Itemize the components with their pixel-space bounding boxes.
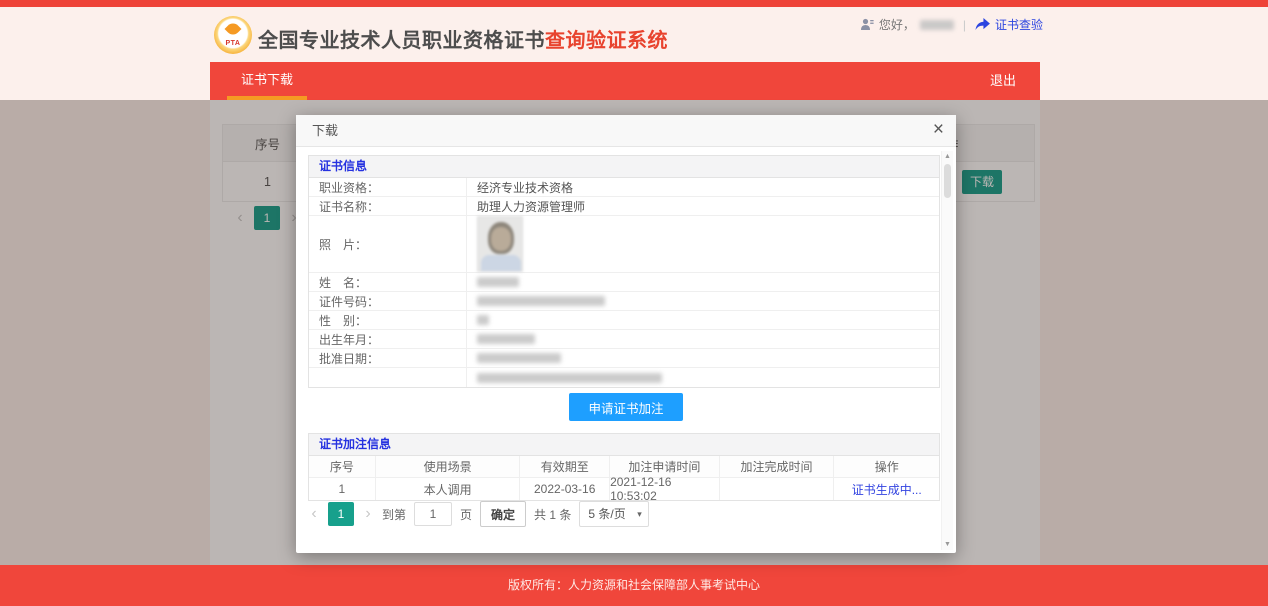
cert-verify-link[interactable]: 证书查验 — [995, 16, 1043, 33]
page-size-select[interactable]: 5 条/页 ▾ — [579, 501, 648, 527]
cert-generating-link[interactable]: 证书生成中... — [852, 481, 922, 498]
cell-apply-time: 2021-12-16 10:53:02 — [610, 478, 720, 500]
annotation-table-row: 1 本人调用 2022-03-16 2021-12-16 10:53:02 证书… — [309, 478, 939, 500]
cell-usage-scene: 本人调用 — [376, 478, 521, 500]
cell-valid-until: 2022-03-16 — [520, 478, 610, 500]
page-title-main: 全国专业技术人员职业资格证书 — [258, 30, 545, 52]
field-label: 批准日期： — [309, 349, 467, 367]
page-size-value: 5 条/页 — [588, 507, 625, 521]
cell-complete-time — [720, 478, 835, 500]
cert-row-approval-date: 批准日期： — [309, 349, 939, 368]
close-icon[interactable]: × — [933, 115, 944, 145]
field-value — [467, 216, 939, 272]
annotation-pagination: ‹ 1 › 到第 页 确定 共 1 条 5 条/页 ▾ — [308, 501, 649, 527]
field-label — [309, 368, 467, 387]
field-value-redacted — [467, 273, 939, 291]
col-usage-scene: 使用场景 — [376, 456, 521, 478]
cert-row-gender: 性 别： — [309, 311, 939, 330]
page-title-accent: 查询验证系统 — [545, 30, 668, 52]
logo-text: PTA — [214, 40, 252, 47]
photo-face-shape — [491, 227, 511, 251]
cert-info-section-title: 证书信息 — [309, 156, 939, 178]
col-complete-time: 加注完成时间 — [720, 456, 835, 478]
logo-flame-icon — [225, 21, 242, 38]
apply-annotation-button[interactable]: 申请证书加注 — [569, 393, 683, 421]
scrollbar-thumb[interactable] — [944, 164, 951, 198]
tab-cert-download[interactable]: 证书下载 — [227, 62, 307, 100]
page-unit-label: 页 — [460, 506, 472, 523]
user-name-redacted — [920, 20, 954, 30]
page-title: 全国专业技术人员职业资格证书查询验证系统 — [258, 24, 668, 53]
photo-body-shape — [481, 255, 521, 271]
top-red-strip — [0, 0, 1268, 7]
download-modal: 下载 × 证书信息 职业资格： 经济专业技术资格 证书名称： 助理人力资源管理师… — [296, 115, 956, 553]
page-number-button[interactable]: 1 — [328, 502, 354, 526]
scroll-down-icon[interactable]: ▼ — [942, 541, 953, 548]
main-nav: 证书下载 退出 — [210, 62, 1040, 100]
field-value-redacted — [467, 349, 939, 367]
modal-title: 下载 — [312, 115, 338, 147]
certificate-verification-page: PTA 全国专业技术人员职业资格证书查询验证系统 您好， | 证书查验 证书下载… — [0, 0, 1268, 606]
field-value-redacted — [467, 368, 939, 387]
copyright-text: 版权所有：人力资源和社会保障部人事考试中心 — [0, 565, 1268, 606]
greeting-text: 您好， — [879, 16, 915, 33]
modal-titlebar: 下载 × — [296, 115, 956, 147]
cert-info-section: 证书信息 职业资格： 经济专业技术资格 证书名称： 助理人力资源管理师 照 片： — [308, 155, 940, 388]
col-valid-until: 有效期至 — [520, 456, 610, 478]
field-label: 证书名称： — [309, 197, 467, 215]
cell-seq: 1 — [309, 478, 376, 500]
id-photo — [477, 216, 523, 272]
user-icon — [860, 18, 874, 31]
share-arrow-icon — [975, 18, 990, 31]
field-label: 证件号码： — [309, 292, 467, 310]
field-label: 姓 名： — [309, 273, 467, 291]
separator: | — [963, 18, 966, 32]
cell-action: 证书生成中... — [834, 478, 939, 500]
field-label: 职业资格： — [309, 178, 467, 196]
next-page-icon[interactable]: › — [362, 505, 374, 523]
annotation-section-title: 证书加注信息 — [309, 434, 939, 456]
cert-row-name: 证书名称： 助理人力资源管理师 — [309, 197, 939, 216]
logout-button[interactable]: 退出 — [990, 62, 1016, 100]
page-footer: 版权所有：人力资源和社会保障部人事考试中心 — [0, 565, 1268, 606]
cert-row-extra — [309, 368, 939, 387]
goto-page-input[interactable] — [414, 502, 452, 526]
total-count-label: 共 1 条 — [534, 506, 571, 523]
field-value-redacted — [467, 330, 939, 348]
modal-scrollbar[interactable]: ▲ ▼ — [941, 151, 953, 550]
cert-row-id-number: 证件号码： — [309, 292, 939, 311]
cert-row-photo: 照 片： — [309, 216, 939, 273]
cert-row-qualification: 职业资格： 经济专业技术资格 — [309, 178, 939, 197]
field-value: 经济专业技术资格 — [467, 178, 939, 196]
field-label: 照 片： — [309, 216, 467, 272]
prev-page-icon[interactable]: ‹ — [308, 505, 320, 523]
cert-row-fullname: 姓 名： — [309, 273, 939, 292]
user-info-bar: 您好， | 证书查验 — [860, 16, 1043, 33]
annotation-section: 证书加注信息 序号 使用场景 有效期至 加注申请时间 加注完成时间 操作 1 本… — [308, 433, 940, 501]
goto-label: 到第 — [382, 506, 406, 523]
field-label: 出生年月： — [309, 330, 467, 348]
col-action: 操作 — [834, 456, 939, 478]
confirm-button[interactable]: 确定 — [480, 501, 526, 527]
chevron-down-icon: ▾ — [637, 502, 642, 526]
field-label: 性 别： — [309, 311, 467, 329]
field-value-redacted — [467, 311, 939, 329]
scroll-up-icon[interactable]: ▲ — [942, 153, 953, 160]
field-value-redacted — [467, 292, 939, 310]
pta-logo: PTA — [214, 16, 252, 54]
col-seq: 序号 — [309, 456, 376, 478]
field-value: 助理人力资源管理师 — [467, 197, 939, 215]
site-header: PTA 全国专业技术人员职业资格证书查询验证系统 您好， | 证书查验 — [0, 7, 1268, 62]
cert-row-birth: 出生年月： — [309, 330, 939, 349]
